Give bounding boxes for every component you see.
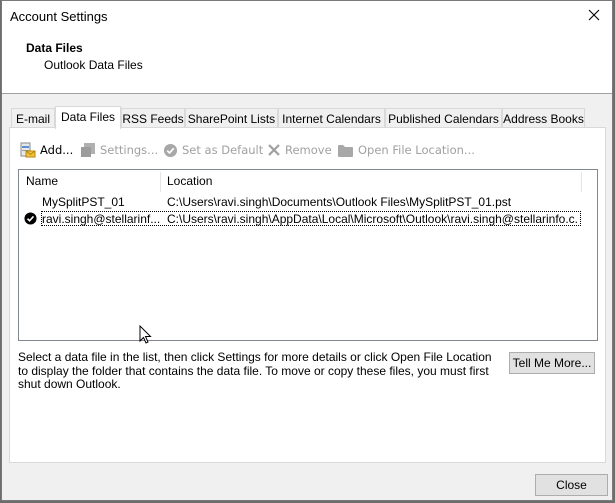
tab-email[interactable]: E-mail xyxy=(11,108,55,127)
set-as-default-button[interactable]: Set as Default xyxy=(163,140,263,160)
close-x-icon[interactable] xyxy=(584,5,604,25)
file-location: C:\Users\ravi.singh\Documents\Outlook Fi… xyxy=(167,195,512,209)
tab-rss-feeds[interactable]: RSS Feeds xyxy=(121,108,185,127)
file-location: C:\Users\ravi.singh\AppData\Local\Micros… xyxy=(167,212,579,226)
remove-label: Remove xyxy=(285,143,332,157)
list-item[interactable]: ravi.singh@stellarinf... C:\Users\ravi.s… xyxy=(19,211,581,227)
tab-data-files[interactable]: Data Files xyxy=(55,106,121,129)
file-name: MySplitPST_01 xyxy=(42,195,125,209)
add-button[interactable]: Add... xyxy=(20,140,73,160)
tab-internet-calendars[interactable]: Internet Calendars xyxy=(278,108,385,127)
tell-me-more-button[interactable]: Tell Me More... xyxy=(509,352,595,374)
add-label: Add... xyxy=(40,143,74,157)
header-heading: Data Files xyxy=(26,41,83,55)
data-files-panel: Add... Settings... Set as Default Remove… xyxy=(9,127,606,463)
tab-address-books[interactable]: Address Books xyxy=(502,108,585,127)
add-data-file-icon xyxy=(20,142,36,158)
open-file-location-button[interactable]: Open File Location... xyxy=(337,140,475,160)
column-divider[interactable] xyxy=(581,172,582,192)
description-text: Select a data file in the list, then cli… xyxy=(18,350,492,391)
settings-button[interactable]: Settings... xyxy=(80,140,158,160)
settings-label: Settings... xyxy=(100,143,159,157)
column-header-name[interactable]: Name xyxy=(26,170,58,192)
column-divider[interactable] xyxy=(160,172,161,192)
data-files-list[interactable]: Name Location MySplitPST_01 C:\Users\rav… xyxy=(18,169,598,341)
checkmark-circle-icon xyxy=(163,143,178,157)
remove-button[interactable]: Remove xyxy=(267,140,332,160)
settings-icon xyxy=(81,143,95,157)
mouse-cursor-icon xyxy=(139,325,152,344)
default-checkmark-icon xyxy=(24,212,37,225)
tab-sharepoint-lists[interactable]: SharePoint Lists xyxy=(185,108,278,127)
tab-published-calendars[interactable]: Published Calendars xyxy=(385,108,502,127)
set-as-default-label: Set as Default xyxy=(182,143,264,157)
account-settings-dialog: Account Settings Data Files Outlook Data… xyxy=(1,0,613,501)
list-item[interactable]: MySplitPST_01 C:\Users\ravi.singh\Docume… xyxy=(19,194,579,210)
header-subheading: Outlook Data Files xyxy=(44,58,143,72)
column-header-location[interactable]: Location xyxy=(167,170,212,192)
open-file-location-label: Open File Location... xyxy=(358,143,475,157)
file-name: ravi.singh@stellarinf... xyxy=(42,212,160,226)
dialog-header: Account Settings Data Files Outlook Data… xyxy=(2,1,612,94)
close-button[interactable]: Close xyxy=(535,474,608,496)
x-icon xyxy=(268,144,280,156)
folder-icon xyxy=(338,144,353,157)
window-title: Account Settings xyxy=(10,9,108,24)
